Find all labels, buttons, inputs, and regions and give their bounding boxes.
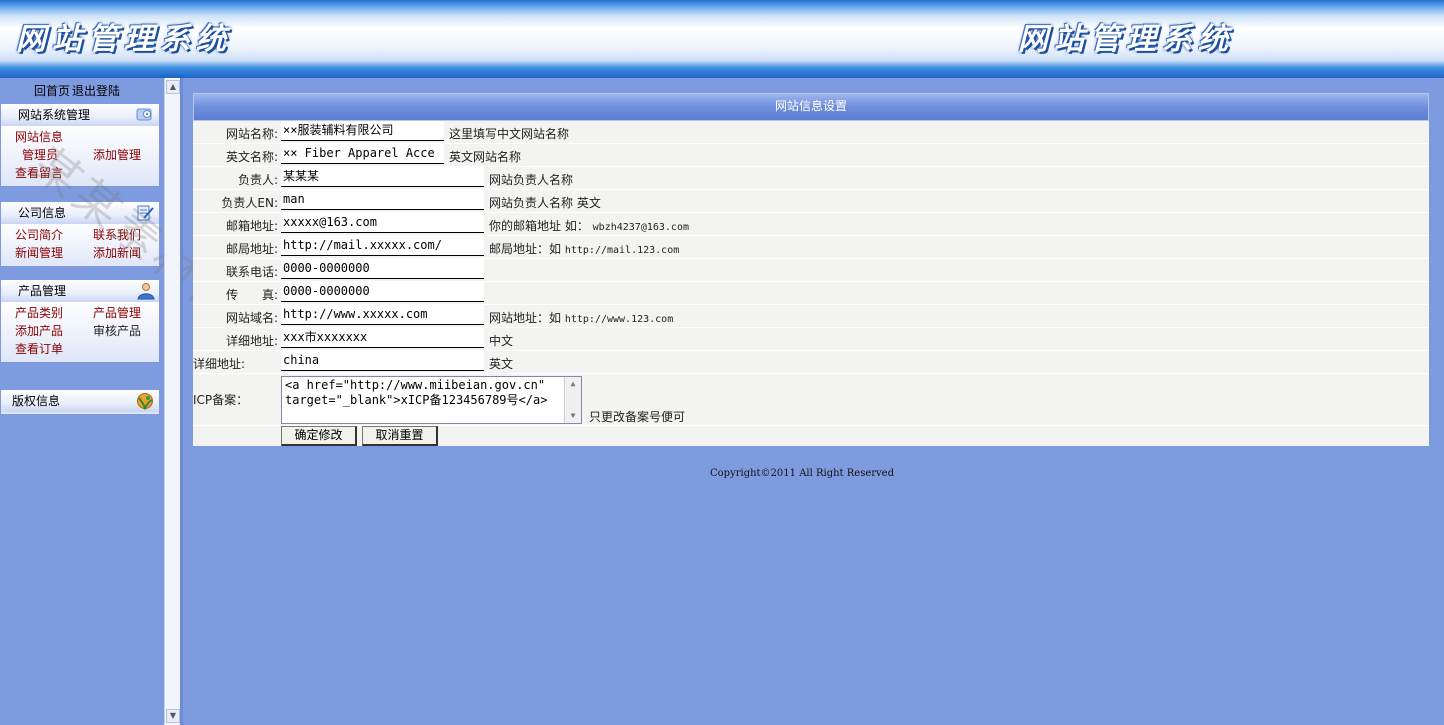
- panel-products: 产品管理 产品类别 产品管理 添加产品 审核产品 查看订单: [1, 280, 159, 362]
- header-banner: 网站管理系统 网站管理系统: [0, 0, 1444, 78]
- form-row-fax: 传 真: 0000-0000000: [193, 282, 1429, 305]
- sidebar-link-product-manage[interactable]: 产品管理: [93, 304, 141, 322]
- form-row-mail-server: 邮局地址: http://mail.xxxxx.com/ 邮局地址：如 http…: [193, 236, 1429, 259]
- mail-server-hint: 邮局地址：如 http://mail.123.com: [489, 242, 680, 256]
- form-row-contact-person: 负责人: 某某某 网站负责人名称: [193, 167, 1429, 190]
- panel-company-title: 公司信息: [18, 206, 67, 220]
- icp-label: ICP备案：: [193, 393, 249, 407]
- site-name-label: 网站名称:: [225, 127, 278, 141]
- form-row-phone: 联系电话: 0000-0000000: [193, 259, 1429, 282]
- english-name-input[interactable]: ×× Fiber Apparel Acce: [281, 144, 444, 164]
- textarea-scroll-up-icon[interactable]: ▲: [566, 377, 580, 391]
- address-cn-label: 详细地址:: [225, 334, 278, 348]
- sidebar-link-view-orders[interactable]: 查看订单: [15, 340, 63, 358]
- contact-person-en-input[interactable]: man: [281, 190, 484, 210]
- form-row-icp: ICP备案： <a href="http://www.miibeian.gov.…: [193, 374, 1429, 426]
- frame-divider: [180, 78, 183, 725]
- address-en-hint: 英文: [489, 357, 514, 371]
- email-input[interactable]: xxxxx@163.com: [281, 213, 484, 233]
- scroll-up-arrow-icon[interactable]: ▲: [166, 80, 180, 94]
- icp-textarea-scrollbar[interactable]: ▲ ▼: [564, 377, 581, 423]
- domain-label: 网站域名:: [225, 311, 278, 325]
- site-name-hint: 这里填写中文网站名称: [449, 127, 570, 141]
- panel-system-title: 网站系统管理: [18, 108, 91, 122]
- address-cn-input[interactable]: xxx市xxxxxxx: [281, 328, 484, 348]
- sidebar-link-review-product[interactable]: 审核产品: [93, 322, 141, 340]
- user-icon: [137, 283, 155, 300]
- globe-icon: [137, 393, 153, 410]
- address-cn-hint: 中文: [489, 334, 514, 348]
- panel-copyright: 版权信息: [1, 390, 159, 414]
- icp-textarea-content: <a href="http://www.miibeian.gov.cn" tar…: [285, 378, 548, 407]
- sidebar-link-add-product[interactable]: 添加产品: [15, 322, 93, 340]
- site-name-input[interactable]: ××服装辅料有限公司: [281, 121, 444, 141]
- submit-button[interactable]: 确定修改: [281, 426, 357, 446]
- panel-system: 网站系统管理 网站信息 管理员 添加管理 查看留言: [1, 104, 159, 186]
- form-row-email: 邮箱地址: xxxxx@163.com 你的邮箱地址 如： wbzh4237@1…: [193, 213, 1429, 236]
- contact-person-en-hint: 网站负责人名称 英文: [489, 196, 601, 210]
- site-info-form: 网站信息设置 网站名称: ××服装辅料有限公司 这里填写中文网站名称 英文名称:…: [193, 93, 1429, 446]
- form-row-domain: 网站域名: http://www.xxxxx.com 网站地址：如 http:/…: [193, 305, 1429, 328]
- scroll-down-arrow-icon[interactable]: ▼: [166, 709, 180, 723]
- form-row-english-name: 英文名称: ×× Fiber Apparel Acce 英文网站名称: [193, 144, 1429, 167]
- panel-company-header[interactable]: 公司信息: [1, 202, 159, 224]
- panel-system-header[interactable]: 网站系统管理: [1, 104, 159, 126]
- textarea-scroll-down-icon[interactable]: ▼: [566, 409, 580, 423]
- panel-copyright-header[interactable]: 版权信息: [1, 390, 159, 412]
- contact-person-hint: 网站负责人名称: [489, 173, 574, 187]
- top-nav: 回首页 退出登陆: [34, 82, 122, 99]
- form-row-site-name: 网站名称: ××服装辅料有限公司 这里填写中文网站名称: [193, 121, 1429, 144]
- email-hint: 你的邮箱地址 如： wbzh4237@163.com: [489, 219, 689, 233]
- phone-label: 联系电话:: [225, 265, 278, 279]
- contact-person-en-label: 负责人EN:: [221, 196, 278, 210]
- logout-link[interactable]: 退出登陆: [72, 84, 120, 98]
- contact-person-input[interactable]: 某某某: [281, 167, 484, 187]
- home-link[interactable]: 回首页: [34, 84, 70, 98]
- panel-products-header[interactable]: 产品管理: [1, 280, 159, 302]
- sidebar-link-contact-us[interactable]: 联系我们: [93, 226, 141, 244]
- mail-server-label: 邮局地址:: [225, 242, 278, 256]
- sidebar-link-admin[interactable]: 管理员: [15, 146, 93, 164]
- fax-label: 传 真:: [225, 288, 278, 302]
- reset-button[interactable]: 取消重置: [362, 426, 438, 446]
- icp-textarea[interactable]: <a href="http://www.miibeian.gov.cn" tar…: [281, 376, 582, 424]
- fax-input[interactable]: 0000-0000000: [281, 282, 484, 302]
- sidebar-link-add-admin[interactable]: 添加管理: [93, 146, 141, 164]
- logo-left: 网站管理系统: [16, 22, 232, 57]
- form-title: 网站信息设置: [193, 93, 1429, 121]
- domain-hint: 网站地址：如 http://www.123.com: [489, 311, 674, 325]
- sidebar-scrollbar[interactable]: ▲ ▼: [164, 78, 181, 725]
- address-en-input[interactable]: china: [281, 351, 484, 371]
- form-button-row: 确定修改 取消重置: [193, 426, 1429, 446]
- contact-person-label: 负责人:: [237, 173, 278, 187]
- sidebar-link-news-manage[interactable]: 新闻管理: [15, 244, 93, 262]
- logo-right: 网站管理系统: [1018, 22, 1234, 57]
- sidebar-link-view-messages[interactable]: 查看留言: [15, 164, 63, 182]
- form-row-contact-person-en: 负责人EN: man 网站负责人名称 英文: [193, 190, 1429, 213]
- icp-hint: 只更改备案号便可: [589, 410, 686, 424]
- email-label: 邮箱地址:: [225, 219, 278, 233]
- panel-products-title: 产品管理: [18, 284, 67, 298]
- english-name-hint: 英文网站名称: [449, 150, 522, 164]
- settings-icon: [136, 108, 152, 121]
- address-en-label: 详细地址:: [193, 357, 246, 371]
- sidebar-link-product-category[interactable]: 产品类别: [15, 304, 93, 322]
- sidebar-link-company-intro[interactable]: 公司简介: [15, 226, 93, 244]
- edit-note-icon: [137, 205, 154, 221]
- sidebar-link-add-news[interactable]: 添加新闻: [93, 244, 141, 262]
- copyright-text: Copyright©2011 All Right Reserved: [710, 468, 894, 479]
- panel-copyright-title: 版权信息: [12, 394, 61, 408]
- form-row-address-cn: 详细地址: xxx市xxxxxxx 中文: [193, 328, 1429, 351]
- mail-server-input[interactable]: http://mail.xxxxx.com/: [281, 236, 484, 256]
- english-name-label: 英文名称:: [225, 150, 278, 164]
- phone-input[interactable]: 0000-0000000: [281, 259, 484, 279]
- panel-company: 公司信息 公司简介 联系我们 新闻管理 添加新闻: [1, 202, 159, 266]
- sidebar-link-site-info[interactable]: 网站信息: [15, 128, 63, 146]
- form-row-address-en: 详细地址: china 英文: [193, 351, 1429, 374]
- sidebar: 回首页退出登陆 网站系统管理 网站信息 管理员 添加管理 查看留言 公司信息: [0, 78, 253, 725]
- domain-input[interactable]: http://www.xxxxx.com: [281, 305, 484, 325]
